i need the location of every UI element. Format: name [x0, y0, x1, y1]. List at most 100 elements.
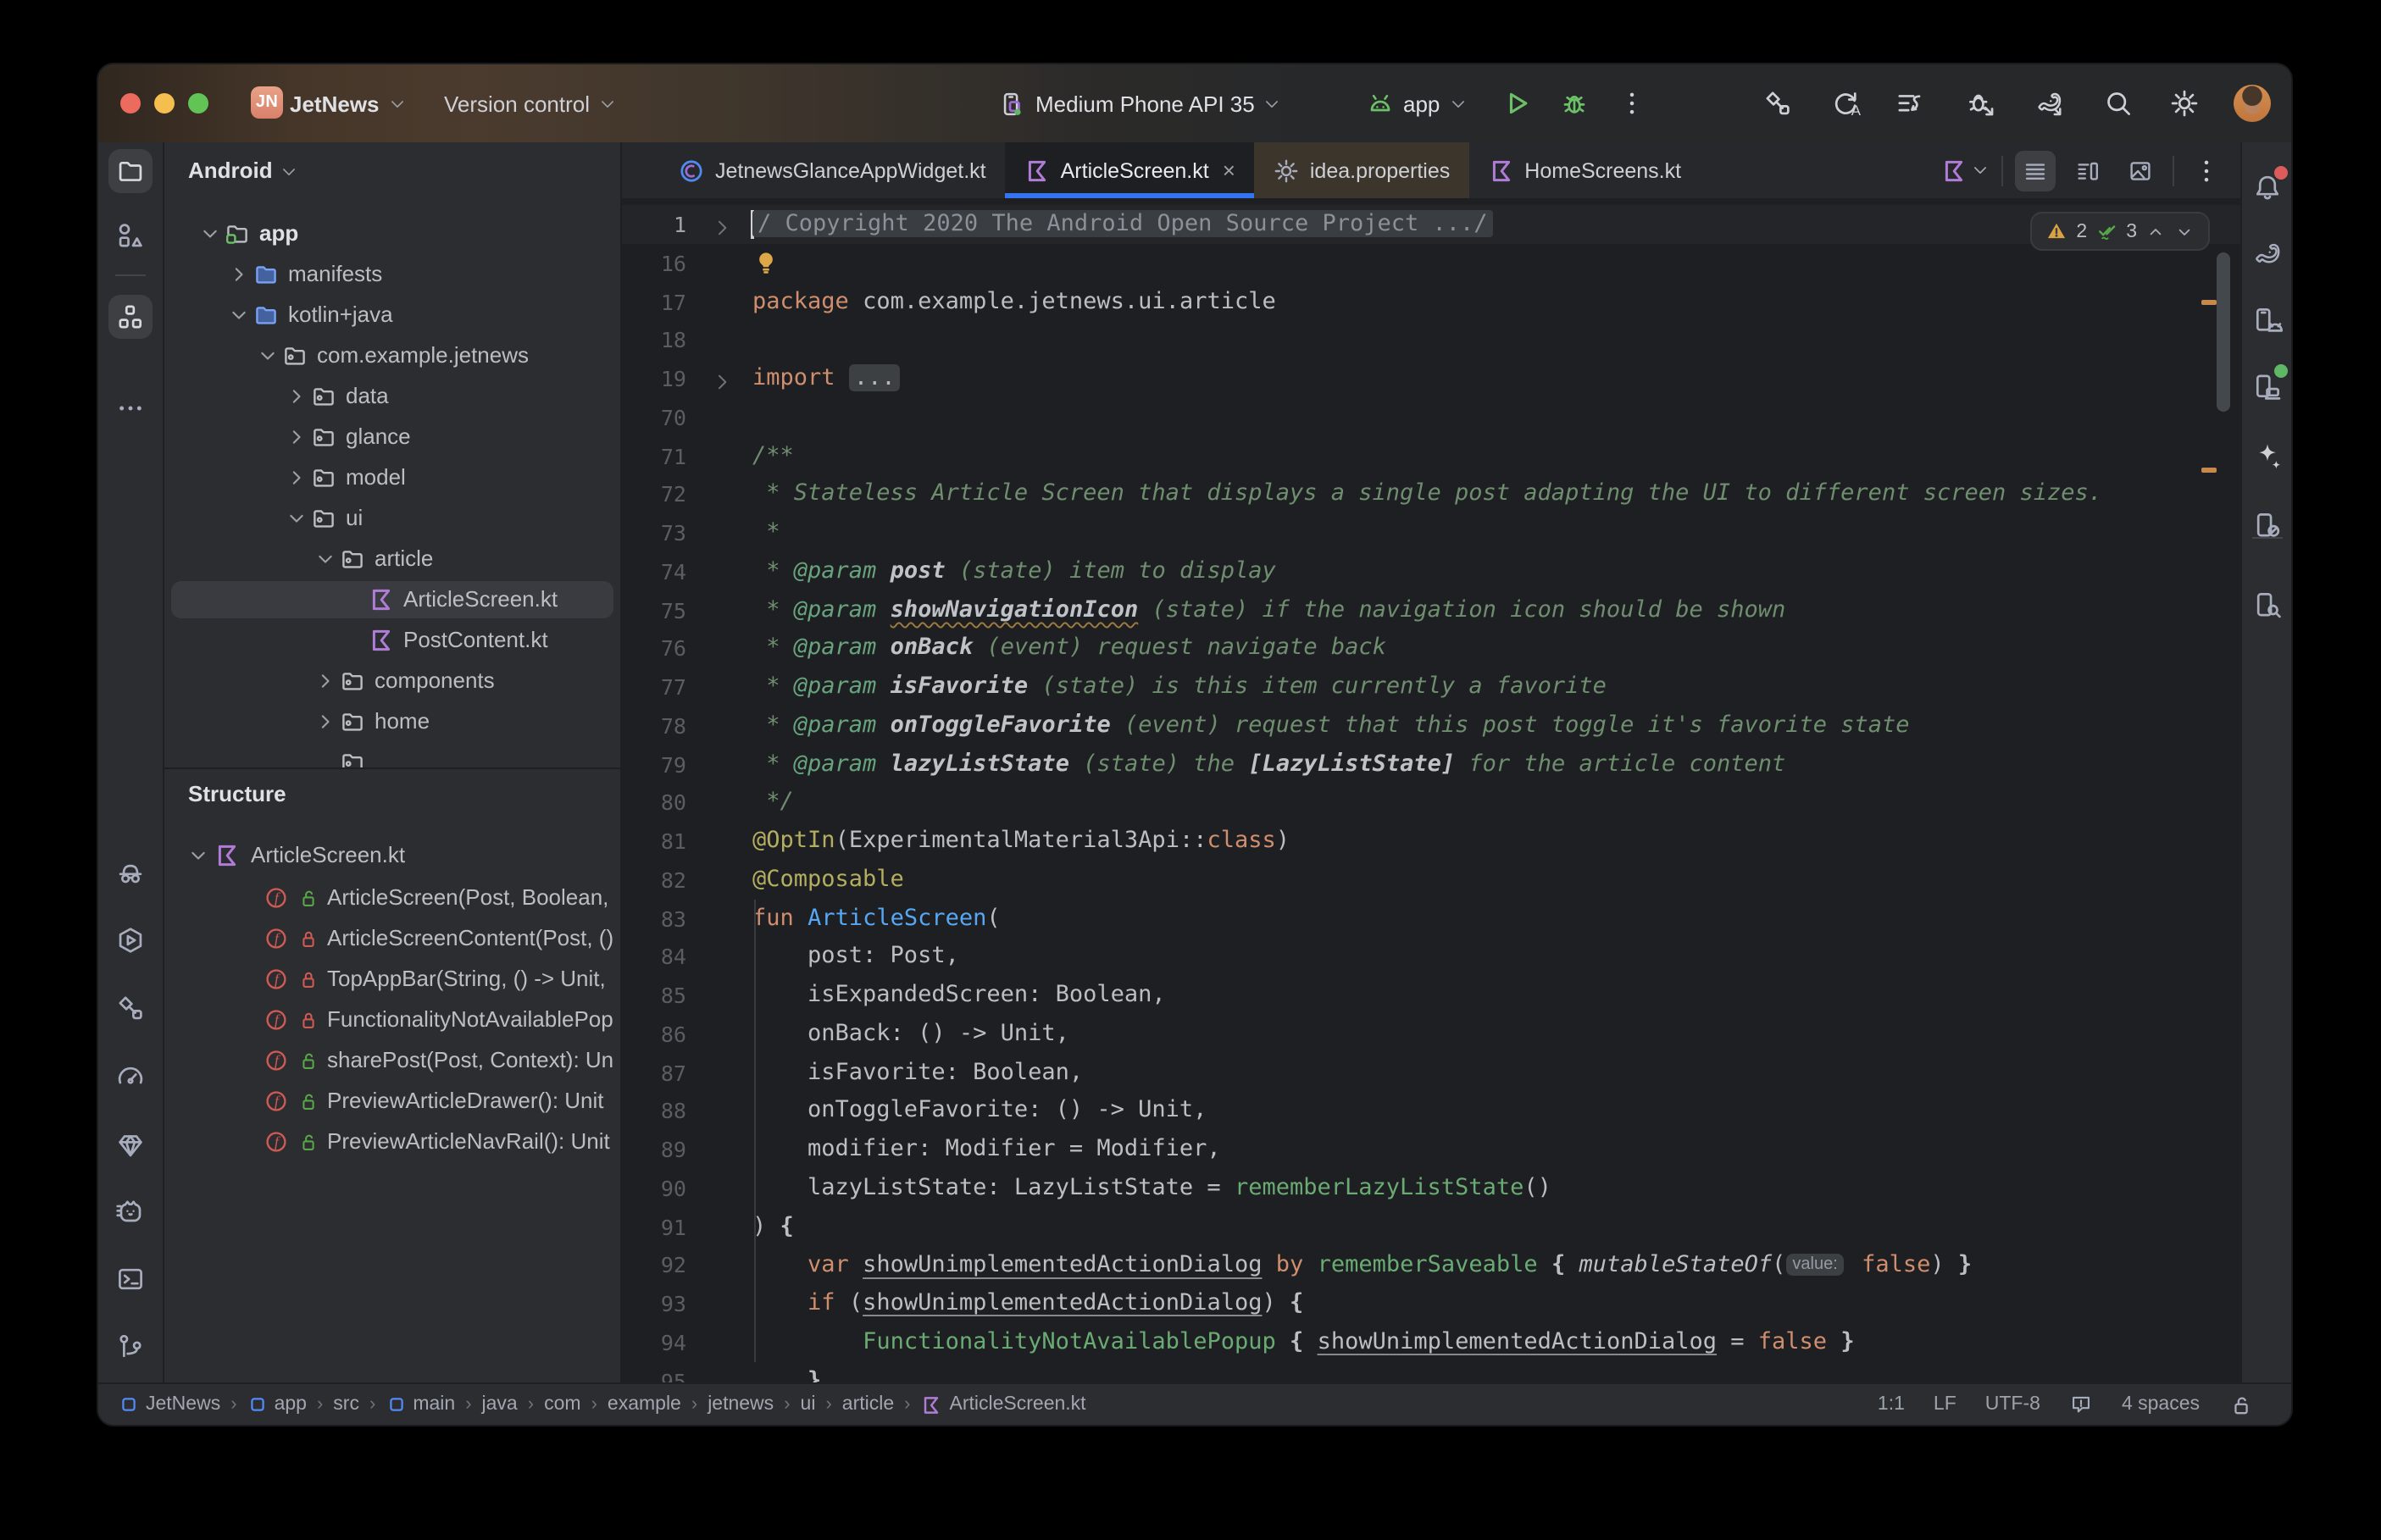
caret-position-widget[interactable]: 1:1 — [1878, 1394, 1905, 1415]
project-tree-item-home[interactable]: home — [164, 703, 620, 740]
project-view-selector[interactable]: Android — [188, 158, 300, 183]
code-line-84[interactable]: 84 post: Post, — [622, 938, 2240, 977]
minimize-window-button[interactable] — [154, 93, 175, 114]
profile-runs-button[interactable] — [1895, 64, 1925, 142]
folded-copyright-comment[interactable]: / Copyright 2020 The Android Open Source… — [752, 210, 1493, 237]
tool-stripe-device-manager-button[interactable] — [2245, 298, 2289, 342]
tool-stripe-gemini-button[interactable] — [2245, 434, 2289, 478]
previous-problem-button[interactable] — [2145, 221, 2166, 241]
code-line-1[interactable]: 1/ Copyright 2020 The Android Open Sourc… — [622, 205, 2240, 244]
project-tree-item-manifests[interactable]: manifests — [164, 256, 620, 293]
breadcrumb-item-article[interactable]: article — [842, 1394, 894, 1415]
tool-stripe-more-dots-button[interactable] — [108, 386, 153, 430]
editor-tab-HomeScreens.kt[interactable]: HomeScreens.kt — [1468, 142, 1700, 198]
code-line-70[interactable]: 70 — [622, 398, 2240, 437]
code-line-16[interactable]: 16 — [622, 244, 2240, 283]
breadcrumb-item-com[interactable]: com — [544, 1394, 580, 1415]
run-config-selector[interactable]: app — [1366, 64, 1468, 142]
vcs-menu[interactable]: Version control — [444, 64, 619, 142]
warning-stripe-mark[interactable] — [2201, 468, 2217, 473]
tool-stripe-build-button[interactable] — [108, 986, 153, 1030]
structure-member[interactable]: fPreviewArticleNavRail(): Unit — [164, 1123, 620, 1161]
fold-chevron-icon[interactable] — [712, 213, 734, 235]
tool-stripe-logcat-button[interactable] — [108, 1189, 153, 1233]
project-tree-item[interactable] — [164, 744, 620, 767]
project-tree-item-app[interactable]: app — [164, 215, 620, 252]
breadcrumb-item-main[interactable]: main — [386, 1394, 455, 1415]
code-editor[interactable]: 1/ Copyright 2020 The Android Open Sourc… — [622, 200, 2240, 1384]
image-view-toggle[interactable] — [2120, 150, 2161, 191]
code-line-18[interactable]: 18 — [622, 321, 2240, 360]
indent-widget[interactable]: 4 spaces — [2122, 1394, 2200, 1415]
project-tree-item-data[interactable]: data — [164, 378, 620, 415]
editor-tab-idea.properties[interactable]: idea.properties — [1254, 142, 1468, 198]
code-line-80[interactable]: 80 */ — [622, 784, 2240, 823]
tool-stripe-terminal-button[interactable] — [108, 1257, 153, 1301]
device-selector[interactable]: Medium Phone API 35 — [998, 64, 1284, 142]
code-line-71[interactable]: 71/** — [622, 436, 2240, 475]
close-tab-icon[interactable]: × — [1223, 158, 1235, 183]
code-line-76[interactable]: 76 * @param onBack (event) request navig… — [622, 629, 2240, 668]
structure-member[interactable]: fTopAppBar(String, () -> Unit, — [164, 961, 620, 998]
breadcrumb-item-java[interactable]: java — [482, 1394, 518, 1415]
project-tree-item-com.example.jetnews[interactable]: com.example.jetnews — [164, 337, 620, 374]
more-run-options-button[interactable] — [1617, 64, 1647, 142]
code-line-82[interactable]: 82@Composable — [622, 861, 2240, 900]
code-line-81[interactable]: 81@OptIn(ExperimentalMaterial3Api::class… — [622, 822, 2240, 861]
structure-member[interactable]: fArticleScreen(Post, Boolean, — [164, 879, 620, 917]
breadcrumb-item-JetNews[interactable]: JetNews — [119, 1394, 220, 1415]
line-separator-widget[interactable]: LF — [1934, 1394, 1956, 1415]
project-tree-item-model[interactable]: model — [164, 459, 620, 496]
list-view-toggle[interactable] — [2015, 150, 2056, 191]
inspection-widget[interactable]: 2 3 — [2030, 212, 2210, 251]
tool-stripe-gradle-button[interactable] — [2245, 232, 2289, 276]
tool-stripe-vcs-graph-button[interactable] — [108, 1325, 153, 1369]
code-line-87[interactable]: 87 isFavorite: Boolean, — [622, 1053, 2240, 1092]
warning-stripe-mark[interactable] — [2201, 300, 2217, 305]
project-tree-item-components[interactable]: components — [164, 662, 620, 700]
project-tree-item-glance[interactable]: glance — [164, 418, 620, 456]
code-line-85[interactable]: 85 isExpandedScreen: Boolean, — [622, 976, 2240, 1015]
tool-stripe-running-devices-button[interactable] — [2245, 364, 2289, 408]
tool-stripe-structure-tool-button[interactable] — [108, 295, 153, 339]
code-line-88[interactable]: 88 onToggleFavorite: () -> Unit, — [622, 1092, 2240, 1131]
tool-stripe-profiler-button[interactable] — [108, 1054, 153, 1098]
fold-chevron-icon[interactable] — [712, 368, 734, 390]
unlock-icon[interactable] — [2228, 1392, 2254, 1417]
project-name-menu[interactable]: JetNews — [290, 64, 408, 142]
code-line-86[interactable]: 86 onBack: () -> Unit, — [622, 1015, 2240, 1054]
structure-member[interactable]: fPreviewArticleDrawer(): Unit — [164, 1083, 620, 1120]
code-line-75[interactable]: 75 * @param showNavigationIcon (state) i… — [622, 590, 2240, 629]
tool-stripe-project-folder-button[interactable] — [108, 149, 153, 193]
tool-stripe-services-button[interactable] — [108, 918, 153, 962]
code-line-90[interactable]: 90 lazyListState: LazyListState = rememb… — [622, 1169, 2240, 1208]
analysis-notification-icon[interactable] — [2069, 1393, 2093, 1416]
code-line-79[interactable]: 79 * @param lazyListState (state) the [L… — [622, 745, 2240, 784]
editor-tab-JetnewsGlanceAppWidget.kt[interactable]: JetnewsGlanceAppWidget.kt — [659, 142, 1005, 198]
breadcrumb-item-src[interactable]: src — [333, 1394, 359, 1415]
code-line-19[interactable]: 19import ... — [622, 359, 2240, 398]
editor-tab-ArticleScreen.kt[interactable]: ArticleScreen.kt× — [1005, 142, 1254, 198]
code-line-74[interactable]: 74 * @param post (state) item to display — [622, 552, 2240, 591]
code-line-83[interactable]: 83fun ArticleScreen( — [622, 899, 2240, 938]
editor-options-button[interactable] — [2186, 150, 2227, 191]
split-view-toggle[interactable] — [2067, 150, 2108, 191]
intention-bulb-icon[interactable] — [752, 249, 778, 274]
search-button[interactable] — [2103, 64, 2134, 142]
code-line-95[interactable]: 95 } — [622, 1361, 2240, 1384]
build-hammer-button[interactable] — [1762, 64, 1793, 142]
encoding-widget[interactable]: UTF-8 — [1985, 1394, 2040, 1415]
project-tree-item-article[interactable]: article — [164, 540, 620, 578]
avatar[interactable] — [2234, 85, 2271, 122]
editor-scrollbar[interactable] — [2217, 252, 2230, 412]
gradle-sync-button[interactable] — [2034, 64, 2064, 142]
breadcrumb-item-ArticleScreen.kt[interactable]: ArticleScreen.kt — [921, 1393, 1086, 1415]
tool-stripe-device-mirror-button[interactable] — [2245, 503, 2289, 547]
project-tree-item-kotlin+java[interactable]: kotlin+java — [164, 296, 620, 334]
zoom-window-button[interactable] — [188, 93, 208, 114]
hidden-tabs-dropdown[interactable] — [1940, 157, 1990, 184]
project-tree-item-ui[interactable]: ui — [164, 500, 620, 537]
next-problem-button[interactable] — [2174, 221, 2195, 241]
structure-member[interactable]: fsharePost(Post, Context): Un — [164, 1042, 620, 1079]
tool-stripe-resource-manager-button[interactable] — [108, 213, 153, 258]
